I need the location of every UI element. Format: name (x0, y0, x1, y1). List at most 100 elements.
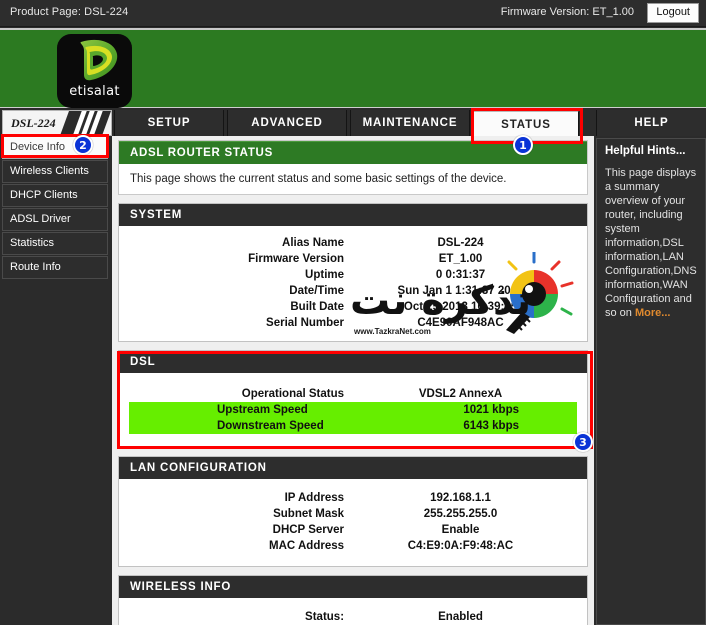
tab-advanced[interactable]: ADVANCED (227, 110, 347, 136)
firmware-version-label: Firmware Version: ET_1.00 (500, 6, 634, 18)
table-row: Status: Enabled (129, 609, 577, 625)
dsl-table: Operational Status VDSL2 AnnexA Upstream… (129, 386, 577, 434)
system-table: Alias Name DSL-224 Firmware Version ET_1… (129, 235, 577, 331)
wireless-section-body: Status: Enabled (119, 598, 587, 625)
row-value: DSL-224 (437, 237, 484, 249)
wireless-section-title: WIRELESS INFO (119, 576, 587, 598)
row-key: Upstream Speed (129, 402, 345, 418)
logout-button[interactable]: Logout (647, 3, 699, 23)
sidebar-item-adsl-driver[interactable]: ADSL Driver (2, 208, 108, 231)
row-value: Enabled (438, 611, 483, 623)
etisalat-wordmark: etisalat (69, 84, 120, 99)
row-value: C4E90AF948AC (417, 317, 504, 329)
row-key: MAC Address (269, 540, 345, 552)
sidebar-item-label: ADSL Driver (10, 213, 71, 225)
device-model-tab: DSL-224 (2, 110, 112, 136)
sidebar-item-label: Statistics (10, 237, 55, 249)
tab-status[interactable]: STATUS (473, 110, 579, 136)
row-key: Status: (305, 611, 345, 623)
hints-title: Helpful Hints... (605, 145, 686, 157)
sidebar-item-label: Wireless Clients (10, 165, 89, 177)
annotation-marker-1: 1 (513, 135, 533, 155)
table-row-highlighted: Upstream Speed 1021 kbps (129, 402, 577, 418)
row-value: Enable (441, 524, 480, 536)
device-model-label: DSL-224 (11, 116, 56, 130)
row-key: Serial Number (266, 317, 345, 329)
table-row: Serial Number C4E90AF948AC (129, 315, 577, 331)
hints-body-text: This page displays a summary overview of… (605, 167, 697, 319)
row-key: Downstream Speed (129, 418, 345, 434)
row-value: 0 0:31:37 (435, 269, 486, 281)
tab-setup-label: SETUP (147, 117, 191, 129)
annotation-marker-2: 2 (73, 135, 93, 155)
lan-section-title: LAN CONFIGURATION (119, 457, 587, 479)
row-key: Firmware Version (248, 253, 345, 265)
row-key: Subnet Mask (273, 508, 345, 520)
sidebar-item-route-info[interactable]: Route Info (2, 256, 108, 279)
table-row: MAC Address C4:E9:0A:F9:48:AC (129, 538, 577, 554)
table-row: Firmware Version ET_1.00 (129, 251, 577, 267)
system-section-title: SYSTEM (119, 204, 587, 226)
lan-table: IP Address 192.168.1.1 Subnet Mask 255.2… (129, 490, 577, 554)
tab-advanced-label: ADVANCED (251, 117, 323, 129)
table-row: Built Date Oct 25 2013 16:39:45 (129, 299, 577, 315)
row-value: 6143 kbps (344, 418, 577, 434)
sidebar-item-label: DHCP Clients (10, 189, 78, 201)
lan-section: LAN CONFIGURATION IP Address 192.168.1.1… (118, 456, 588, 567)
sidebar-item-dhcp-clients[interactable]: DHCP Clients (2, 184, 108, 207)
row-key: Uptime (305, 269, 345, 281)
row-value: 255.255.255.0 (423, 508, 498, 520)
etisalat-swirl-icon (80, 39, 118, 81)
product-page-label: Product Page: DSL-224 (10, 6, 129, 18)
table-row: Subnet Mask 255.255.255.0 (129, 506, 577, 522)
table-row: Date/Time Sun Jan 1 1:31:37 2012 (129, 283, 577, 299)
tab-status-label: STATUS (501, 119, 551, 131)
dsl-section-body: Operational Status VDSL2 AnnexA Upstream… (119, 373, 587, 447)
row-key: Operational Status (241, 388, 345, 400)
brand-banner: etisalat (0, 28, 706, 108)
row-key: IP Address (284, 492, 345, 504)
table-row: Operational Status VDSL2 AnnexA (129, 386, 577, 402)
system-section: SYSTEM Alias Name DSL-224 Firmware Versi… (118, 203, 588, 342)
table-row: DHCP Server Enable (129, 522, 577, 538)
main-content: ADSL ROUTER STATUS This page shows the c… (112, 136, 594, 625)
tab-maintenance-label: MAINTENANCE (362, 117, 458, 129)
row-value: Oct 25 2013 16:39:45 (403, 301, 518, 313)
wireless-section: WIRELESS INFO Status: Enabled (118, 575, 588, 625)
row-key: DHCP Server (272, 524, 345, 536)
row-value: ET_1.00 (438, 253, 483, 265)
left-sidebar: Device Info Wireless Clients DHCP Client… (0, 136, 110, 625)
sidebar-item-label: Route Info (10, 261, 61, 273)
tab-setup[interactable]: SETUP (114, 110, 224, 136)
row-value: Sun Jan 1 1:31:37 2012 (397, 285, 524, 297)
sidebar-item-wireless-clients[interactable]: Wireless Clients (2, 160, 108, 183)
row-key: Alias Name (282, 237, 345, 249)
wireless-table: Status: Enabled (129, 609, 577, 625)
system-section-body: Alias Name DSL-224 Firmware Version ET_1… (119, 226, 587, 341)
tab-help[interactable]: HELP (596, 110, 706, 136)
row-key: Built Date (290, 301, 345, 313)
helpful-hints-panel: Helpful Hints... This page displays a su… (596, 138, 706, 625)
table-row: Alias Name DSL-224 (129, 235, 577, 251)
table-row: IP Address 192.168.1.1 (129, 490, 577, 506)
table-row-highlighted: Downstream Speed 6143 kbps (129, 418, 577, 434)
row-value: 1021 kbps (344, 402, 577, 418)
lan-section-body: IP Address 192.168.1.1 Subnet Mask 255.2… (119, 479, 587, 566)
sidebar-item-statistics[interactable]: Statistics (2, 232, 108, 255)
row-key: Date/Time (289, 285, 345, 297)
dsl-section: DSL Operational Status VDSL2 AnnexA Upst… (118, 350, 588, 448)
row-value: 192.168.1.1 (430, 492, 491, 504)
row-value: C4:E9:0A:F9:48:AC (407, 540, 514, 552)
hints-more-link[interactable]: More... (635, 307, 670, 319)
tab-help-label: HELP (634, 117, 669, 129)
router-status-page: Product Page: DSL-224 Firmware Version: … (0, 0, 706, 625)
dsl-section-title: DSL (119, 351, 587, 373)
tab-maintenance[interactable]: MAINTENANCE (350, 110, 470, 136)
right-sidebar: HELP Helpful Hints... This page displays… (596, 110, 706, 625)
table-row: Uptime 0 0:31:37 (129, 267, 577, 283)
top-bar: Product Page: DSL-224 Firmware Version: … (0, 0, 706, 27)
hints-body: This page displays a summary overview of… (605, 166, 698, 320)
page-intro-text: This page shows the current status and s… (130, 173, 507, 185)
sidebar-item-label: Device Info (10, 141, 66, 153)
annotation-marker-3: 3 (573, 432, 593, 452)
